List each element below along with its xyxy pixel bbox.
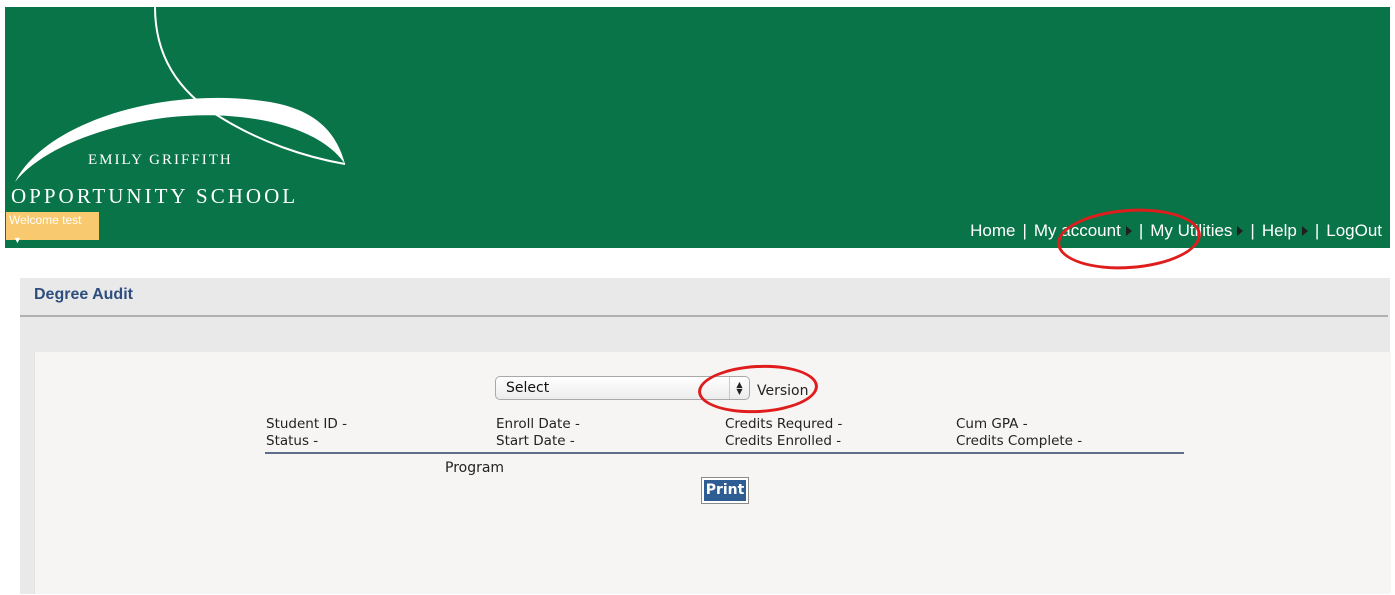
welcome-dropdown-icon[interactable]: ▼ (13, 235, 22, 245)
nav-logout[interactable]: LogOut (1326, 221, 1382, 241)
title-divider (20, 315, 1388, 317)
credits-required-label: Credits Requred - (725, 416, 843, 432)
print-button[interactable]: Print (701, 477, 749, 504)
page-title: Degree Audit (34, 286, 133, 303)
nav-my-utilities[interactable]: My Utilities (1150, 221, 1232, 241)
site-header: EMILY GRIFFITH OPPORTUNITY SCHOOL Welcom… (5, 7, 1390, 248)
nav-help[interactable]: Help (1262, 221, 1297, 241)
student-id-label: Student ID - (266, 416, 347, 432)
school-name-line1: EMILY GRIFFITH (88, 152, 233, 168)
nav-separator: | (1250, 221, 1255, 240)
nav-help-arrow-icon[interactable] (1301, 226, 1308, 236)
select-updown-icon[interactable]: ▲ ▼ (729, 377, 749, 399)
nav-separator: | (1314, 221, 1320, 240)
nav-home[interactable]: Home (970, 221, 1015, 241)
program-label: Program (445, 460, 505, 476)
nav-my-account[interactable]: My account (1034, 221, 1121, 241)
top-gap (0, 0, 1395, 7)
credits-complete-label: Credits Complete - (956, 433, 1083, 449)
top-nav: Home | My account | My Utilities | Help … (970, 221, 1382, 241)
print-button-label: Print (704, 480, 746, 501)
program-select[interactable]: Select ▲ ▼ (495, 376, 750, 400)
version-label: Version (757, 383, 809, 399)
nav-my-utilities-arrow-icon[interactable] (1237, 226, 1244, 236)
nav-my-account-arrow-icon[interactable] (1125, 226, 1132, 236)
nav-separator: | (1138, 221, 1144, 240)
program-select-value: Select (506, 380, 550, 396)
enroll-date-label: Enroll Date - (496, 416, 580, 432)
degree-audit-section: Degree Audit Program (20, 278, 1391, 594)
info-divider (265, 452, 1184, 454)
credits-enrolled-label: Credits Enrolled - (725, 433, 842, 449)
cum-gpa-label: Cum GPA - (956, 416, 1028, 432)
status-label: Status - (266, 433, 319, 449)
start-date-label: Start Date - (496, 433, 575, 449)
nav-separator: | (1022, 221, 1027, 240)
school-name-line2: OPPORTUNITY SCHOOL (11, 184, 299, 208)
